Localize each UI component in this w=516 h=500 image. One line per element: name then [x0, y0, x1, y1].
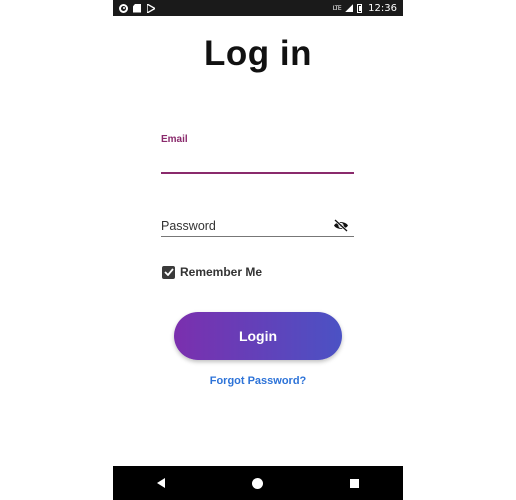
status-left [119, 3, 155, 13]
sd-card-icon [133, 3, 141, 13]
remember-me-row[interactable]: Remember Me [162, 265, 262, 279]
app-circle-icon [119, 3, 128, 13]
status-time: 12:36 [368, 2, 397, 14]
recents-button[interactable] [335, 466, 375, 500]
status-right: LTE 12:36 [333, 3, 397, 14]
login-button[interactable]: Login [174, 312, 342, 360]
password-field[interactable] [161, 216, 354, 237]
play-store-icon [146, 3, 155, 13]
remember-me-checkbox[interactable] [162, 265, 175, 279]
status-bar: LTE 12:36 [113, 0, 403, 16]
home-button[interactable] [238, 466, 278, 500]
home-icon [252, 477, 264, 489]
email-field[interactable] [161, 148, 354, 174]
back-button[interactable] [141, 466, 181, 500]
back-icon [157, 478, 166, 488]
remember-me-label: Remember Me [180, 265, 263, 279]
forgot-password-link[interactable]: Forgot Password? [113, 375, 403, 387]
lte-signal-icon [345, 4, 354, 12]
email-label: Email [161, 134, 188, 145]
eye-off-icon[interactable] [332, 217, 350, 233]
navigation-bar [113, 466, 403, 500]
check-icon [163, 268, 174, 276]
lte-label: LTE [332, 4, 342, 12]
battery-icon [357, 3, 363, 13]
phone-screen: LTE 12:36 Log in Email Remember Me Login… [113, 0, 403, 500]
recents-icon [350, 478, 360, 488]
page-title: Log in [204, 34, 312, 73]
